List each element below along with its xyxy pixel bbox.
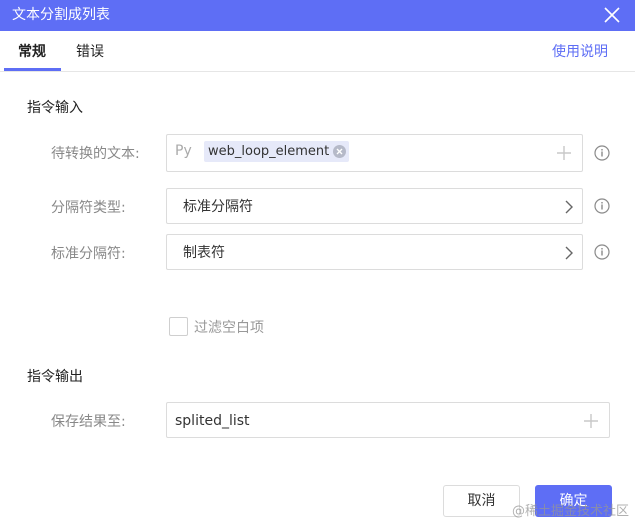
- info-icon[interactable]: [594, 198, 610, 214]
- output-section-title: 指令输出: [27, 369, 83, 385]
- info-icon[interactable]: [594, 244, 610, 260]
- chevron-right-icon: [564, 199, 574, 215]
- watermark: @稀土掘金技术社区: [511, 504, 629, 519]
- dialog-titlebar: 文本分割成列表: [0, 0, 635, 31]
- tab-general[interactable]: 常规: [18, 42, 46, 62]
- clear-chip-icon[interactable]: [333, 145, 347, 158]
- filter-empty-checkbox[interactable]: [169, 317, 188, 336]
- active-tab-indicator: [4, 68, 61, 71]
- python-prefix: Py: [175, 143, 192, 159]
- dialog-title: 文本分割成列表: [12, 7, 110, 23]
- filter-empty-label[interactable]: 过滤空白项: [194, 318, 264, 338]
- cancel-button[interactable]: 取消: [443, 485, 520, 517]
- tab-bar: 常规 错误 使用说明: [0, 31, 635, 72]
- text-to-convert-field[interactable]: Py web_loop_element: [166, 134, 583, 172]
- help-link[interactable]: 使用说明: [552, 42, 608, 62]
- standard-separator-select[interactable]: 制表符: [166, 234, 583, 270]
- save-to-label: 保存结果至:: [51, 414, 126, 430]
- plus-icon[interactable]: [583, 413, 599, 429]
- tab-error[interactable]: 错误: [76, 42, 104, 62]
- save-to-value: splited_list: [175, 413, 250, 429]
- separator-type-label: 分隔符类型:: [51, 200, 126, 216]
- standard-separator-label: 标准分隔符:: [51, 246, 126, 262]
- input-section-title: 指令输入: [27, 100, 83, 116]
- plus-icon[interactable]: [556, 145, 572, 161]
- separator-type-value: 标准分隔符: [183, 199, 253, 215]
- text-to-convert-label: 待转换的文本:: [51, 146, 140, 162]
- separator-type-select[interactable]: 标准分隔符: [166, 188, 583, 224]
- save-to-field[interactable]: splited_list: [166, 402, 610, 438]
- chevron-right-icon: [564, 245, 574, 261]
- close-icon[interactable]: [599, 2, 625, 28]
- info-icon[interactable]: [594, 145, 610, 161]
- standard-separator-value: 制表符: [183, 245, 225, 261]
- variable-chip[interactable]: web_loop_element: [204, 141, 350, 162]
- variable-chip-label: web_loop_element: [208, 144, 330, 159]
